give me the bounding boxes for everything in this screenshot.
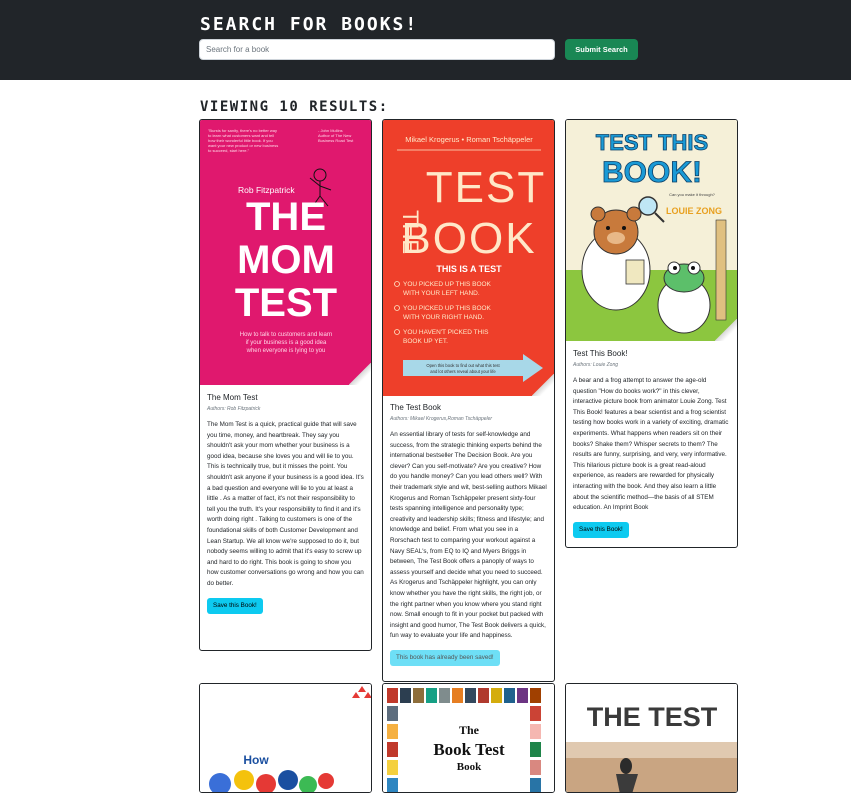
cover-title-line: MOM: [237, 238, 335, 282]
cover-quote: "Bursts for sanity, there's no better wa…: [208, 128, 278, 153]
book-card: Mikael Krogerus • Roman Tschäppeler THE …: [382, 119, 555, 682]
book-description: An essential library of tests for self-k…: [390, 431, 547, 640]
cover-title-line: TEST: [426, 163, 546, 212]
ruler-icon: [715, 219, 727, 321]
test-book-cover-art: Mikael Krogerus • Roman Tschäppeler THE …: [394, 135, 546, 382]
cover-title-line: The: [459, 723, 480, 737]
book-authors: Authors: Rob Fitzpatrick: [207, 406, 261, 412]
checkbox-icon: [394, 305, 400, 311]
cover-author: Mikael Krogerus • Roman Tschäppeler: [405, 135, 533, 144]
checklist-item: YOU HAVEN'T PICKED THIS BOOK UP YET.: [403, 329, 489, 345]
mom-test-cover-art: "Bursts for sanity, there's no better wa…: [208, 128, 354, 354]
book-cover-image: How: [200, 684, 371, 792]
already-saved-button[interactable]: This book has already been saved!: [390, 649, 500, 666]
search-input[interactable]: [199, 39, 555, 60]
book-cover-image: The Book Test Book: [383, 684, 554, 792]
cover-tagline: THIS IS A TEST: [436, 264, 502, 274]
cover-title-line: TEST THIS: [596, 130, 708, 155]
book-card: The Book Test Book: [382, 683, 555, 793]
cover-quote-author: - John Mullins Author of The New Business …: [318, 128, 354, 143]
book-card-body: The Test Book Authors: Mikael Krogerus,R…: [383, 403, 554, 666]
book-title: The Mom Test: [207, 393, 258, 402]
page-title: SEARCH FOR BOOKS!: [200, 14, 419, 35]
cover-title-line: How: [243, 753, 269, 767]
book-cover-image: THE TEST: [566, 684, 737, 792]
cover-title-line: THE TEST: [587, 702, 718, 732]
cover-arrow-text: Open this book to find out what this tes…: [426, 363, 500, 374]
book-cover-image: "Bursts for sanity, there's no better wa…: [200, 120, 371, 385]
book-card: "Bursts for sanity, there's no better wa…: [199, 119, 372, 651]
book-authors: Authors: Mikael Krogerus,Roman Tschäppel…: [390, 416, 493, 422]
book-card-body: Test This Book! Authors: Louie Zong A be…: [566, 349, 737, 538]
book-description: A bear and a frog attempt to answer the …: [573, 377, 729, 512]
frog-scientist-icon: [657, 261, 711, 334]
book-cover-image: TEST THIS BOOK! LOUIE ZONG Can you make …: [566, 120, 737, 341]
cover-title-line: THE: [246, 195, 326, 239]
book-title: Test This Book!: [573, 349, 628, 358]
book-description: The Mom Test is a quick, practical guide…: [207, 421, 364, 587]
page-curl-icon: [349, 363, 371, 385]
publisher-logo-icon: [352, 686, 371, 698]
book-card: How: [199, 683, 372, 793]
book-card: THE TEST: [565, 683, 738, 793]
page-curl-icon: [532, 374, 554, 396]
cover-small-text: Can you make it through?: [669, 192, 716, 197]
book-title: The Test Book: [390, 403, 441, 412]
arrow-icon: [403, 354, 543, 382]
save-book-button[interactable]: Save this Book!: [207, 597, 263, 614]
cover-author: LOUIE ZONG: [666, 206, 722, 216]
book-card-body: The Mom Test Authors: Rob Fitzpatrick Th…: [200, 393, 371, 614]
cover-title-line: BOOK!: [602, 156, 702, 189]
cover-title-line: TEST: [235, 281, 337, 325]
checklist-item: YOU PICKED UP THIS BOOK WITH YOUR LEFT HA…: [403, 281, 492, 297]
the-test-cover-art: THE TEST: [566, 702, 737, 792]
checkbox-icon: [394, 281, 400, 287]
colorful-letters-icon: [209, 770, 334, 792]
submit-search-button[interactable]: Submit Search: [565, 39, 638, 60]
test-this-book-cover-art: TEST THIS BOOK! LOUIE ZONG Can you make …: [566, 120, 737, 341]
results-heading: VIEWING 10 RESULTS:: [200, 99, 389, 115]
book-test-cover-art: The Book Test Book: [387, 688, 541, 792]
cover-title-line: Book Test: [433, 740, 505, 759]
header-bar: SEARCH FOR BOOKS! Submit Search: [0, 0, 851, 80]
checklist-item: YOU PICKED UP THIS BOOK WITH YOUR RIGHT H…: [403, 305, 492, 321]
cover-title-line: Book: [457, 761, 482, 773]
book-card: TEST THIS BOOK! LOUIE ZONG Can you make …: [565, 119, 738, 548]
save-book-button[interactable]: Save this Book!: [573, 521, 629, 538]
cover-checklist: YOU PICKED UP THIS BOOK WITH YOUR LEFT HA…: [403, 281, 492, 345]
cover-subtitle: How to talk to customers and learn if you…: [240, 332, 332, 354]
how-cover-art: How: [209, 686, 371, 792]
cover-author: Rob Fitzpatrick: [238, 185, 295, 195]
book-cover-image: Mikael Krogerus • Roman Tschäppeler THE …: [383, 120, 554, 396]
cover-title-line: BOOK: [401, 214, 536, 263]
page-curl-icon: [715, 319, 737, 341]
book-authors: Authors: Louie Zong: [573, 362, 619, 368]
checkbox-icon: [394, 329, 400, 335]
